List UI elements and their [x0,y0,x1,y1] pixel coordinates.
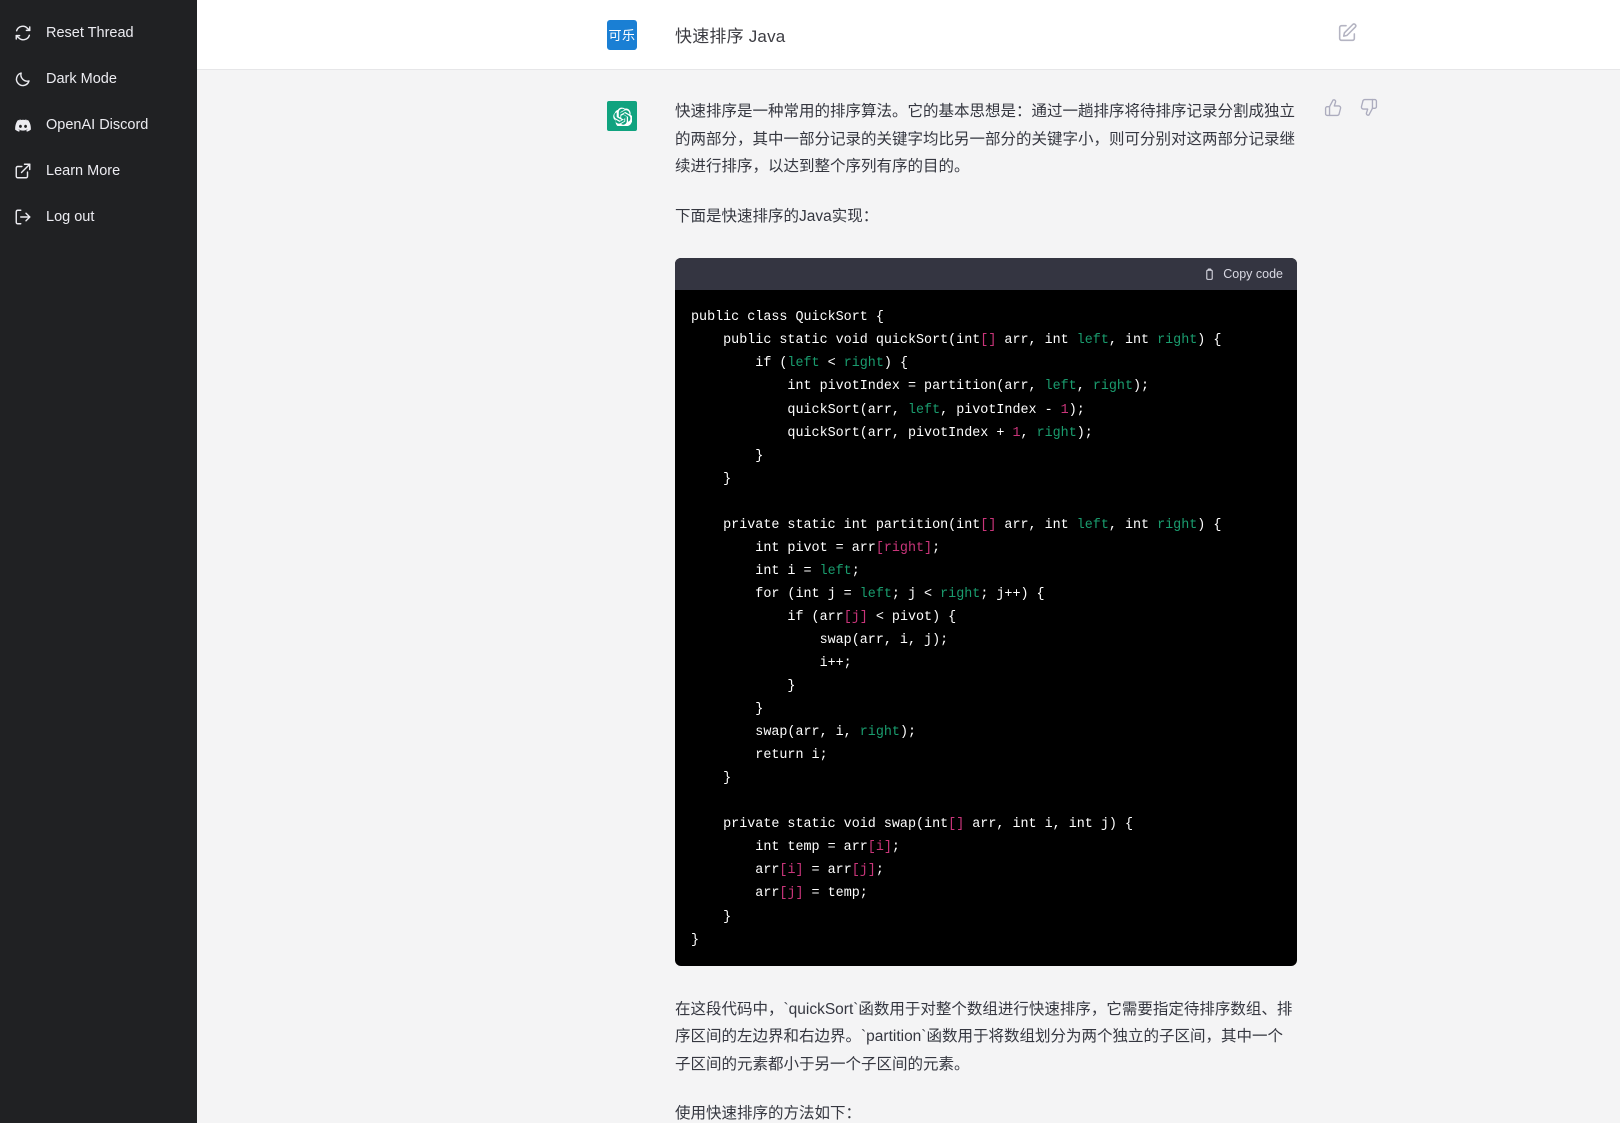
code-line: arr[i] = arr[j]; [691,863,884,879]
code-line: } [691,702,764,718]
paragraph: 快速排序是一种常用的排序算法。它的基本思想是：通过一趟排序将待排序记录分割成独立… [675,103,1296,176]
code-line: } [691,448,764,464]
copy-code-button[interactable]: Copy code [675,258,1297,291]
code-line: private static int partition(int[] arr, … [691,517,1222,533]
code-line: } [691,932,700,948]
code-line: public static void quickSort(int[] arr, … [691,333,1222,349]
code-line: quickSort(arr, pivotIndex + 1, right); [691,425,1093,441]
sidebar-item-label: OpenAI Discord [46,116,149,133]
edit-square-icon[interactable] [1336,22,1358,44]
moon-icon [14,70,32,88]
feedback-controls [1324,98,1378,117]
code-line: } [691,909,732,925]
page-title: 快速排序 Java [675,27,786,46]
code-line: int pivotIndex = partition(arr, left, ri… [691,379,1150,395]
sidebar-item-openai-discord[interactable]: OpenAI Discord [0,102,197,148]
main-content: 可乐 快速排序 Java 快速排序是一种常用的排序算法。它的基本思想是：通过一趟… [197,0,1620,1123]
code-line: i++; [691,656,852,672]
code-line: quickSort(arr, left, pivotIndex - 1); [691,402,1085,418]
code-line: swap(arr, i, right); [691,725,917,741]
sidebar: Reset Thread Dark Mode OpenAI Discord Le… [0,0,197,1123]
sidebar-item-label: Reset Thread [46,24,134,41]
code-line: public class QuickSort { [691,310,884,326]
code-line: } [691,679,796,695]
code-line: int pivot = arr[right]; [691,540,941,556]
code-line: swap(arr, i, j); [691,632,949,648]
code-block: Copy code public class QuickSort { publi… [675,258,1297,966]
thumbs-up-icon[interactable] [1324,98,1343,117]
sidebar-item-learn-more[interactable]: Learn More [0,148,197,194]
clipboard-icon [1203,268,1216,281]
chat-header: 可乐 快速排序 Java [197,0,1620,70]
code-line: int i = left; [691,563,860,579]
chatgpt-logo-icon [607,101,637,131]
code-line: int temp = arr[i]; [691,840,900,856]
reset-thread-icon [14,24,32,42]
sidebar-item-label: Learn More [46,162,121,179]
paragraph: 使用快速排序的方法如下： [675,1105,862,1123]
chat-scroll-area[interactable]: 快速排序是一种常用的排序算法。它的基本思想是：通过一趟排序将待排序记录分割成独立… [197,70,1620,1123]
external-link-icon [14,162,32,180]
code-line: if (left < right) { [691,356,908,372]
logout-icon [14,208,32,226]
avatar: 可乐 [607,19,637,50]
sidebar-item-log-out[interactable]: Log out [0,194,197,240]
sidebar-item-reset-thread[interactable]: Reset Thread [0,10,197,56]
code-line: } [691,771,732,787]
thumbs-down-icon[interactable] [1359,98,1378,117]
paragraph: 在这段代码中，`quickSort`函数用于对整个数组进行快速排序，它需要指定待… [675,1000,1293,1073]
code-content: public class QuickSort { public static v… [675,290,1297,965]
discord-icon [14,116,32,134]
code-line: return i; [691,748,828,764]
copy-code-label: Copy code [1223,267,1283,282]
code-line: for (int j = left; j < right; j++) { [691,586,1045,602]
sidebar-item-label: Log out [46,208,95,225]
assistant-message: 快速排序是一种常用的排序算法。它的基本思想是：通过一趟排序将待排序记录分割成独立… [197,70,1620,1123]
code-line: } [691,471,732,487]
sidebar-item-label: Dark Mode [46,70,117,87]
sidebar-item-dark-mode[interactable]: Dark Mode [0,56,197,102]
code-line: if (arr[j] < pivot) { [691,609,957,625]
code-line: private static void swap(int[] arr, int … [691,817,1133,833]
code-line: arr[j] = temp; [691,886,868,902]
paragraph: 下面是快速排序的Java实现： [675,207,879,225]
message-body: 快速排序是一种常用的排序算法。它的基本思想是：通过一趟排序将待排序记录分割成独立… [675,98,1297,1123]
